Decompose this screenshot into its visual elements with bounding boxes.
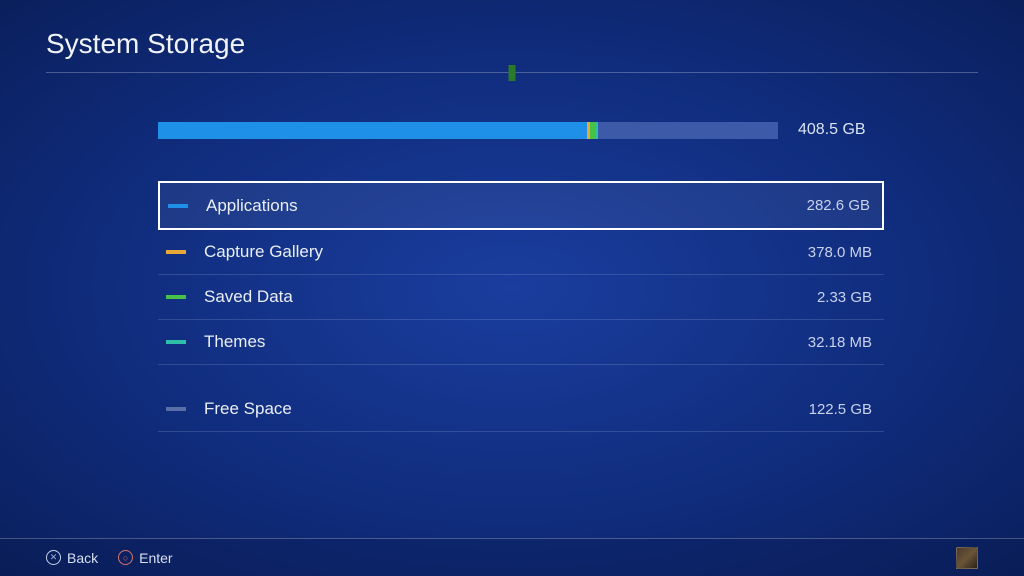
- footer-bar: ✕ Back ○ Enter: [0, 538, 1024, 576]
- bar-segment-free-space: [598, 122, 778, 139]
- category-label: Applications: [206, 196, 807, 216]
- storage-category-list: Applications282.6 GBCapture Gallery378.0…: [158, 181, 884, 432]
- category-label: Themes: [204, 332, 808, 352]
- category-color-indicator: [168, 204, 188, 208]
- category-label: Saved Data: [204, 287, 817, 307]
- category-color-indicator: [166, 407, 186, 411]
- storage-category-free-space[interactable]: Free Space122.5 GB: [158, 387, 884, 432]
- circle-icon: ○: [118, 550, 133, 565]
- category-label: Free Space: [204, 399, 809, 419]
- storage-overview: 408.5 GB: [158, 121, 908, 139]
- enter-button[interactable]: ○ Enter: [118, 550, 172, 566]
- back-button[interactable]: ✕ Back: [46, 550, 98, 566]
- storage-bar: [158, 122, 778, 139]
- profile-avatar[interactable]: [956, 547, 978, 569]
- category-size: 2.33 GB: [817, 289, 872, 306]
- enter-label: Enter: [139, 550, 172, 566]
- category-color-indicator: [166, 295, 186, 299]
- cross-icon: ✕: [46, 550, 61, 565]
- storage-category-saved-data[interactable]: Saved Data2.33 GB: [158, 275, 884, 320]
- category-size: 32.18 MB: [808, 334, 872, 351]
- storage-category-themes[interactable]: Themes32.18 MB: [158, 320, 884, 365]
- bar-segment-applications: [158, 122, 587, 139]
- category-color-indicator: [166, 340, 186, 344]
- back-label: Back: [67, 550, 98, 566]
- category-label: Capture Gallery: [204, 242, 808, 262]
- category-size: 122.5 GB: [809, 401, 872, 418]
- storage-category-capture-gallery[interactable]: Capture Gallery378.0 MB: [158, 230, 884, 275]
- header-marker: [509, 65, 516, 81]
- page-title: System Storage: [46, 28, 978, 60]
- category-size: 282.6 GB: [807, 197, 870, 214]
- header-divider: [46, 72, 978, 73]
- category-color-indicator: [166, 250, 186, 254]
- category-size: 378.0 MB: [808, 244, 872, 261]
- total-storage-label: 408.5 GB: [798, 121, 866, 139]
- storage-category-applications[interactable]: Applications282.6 GB: [158, 181, 884, 230]
